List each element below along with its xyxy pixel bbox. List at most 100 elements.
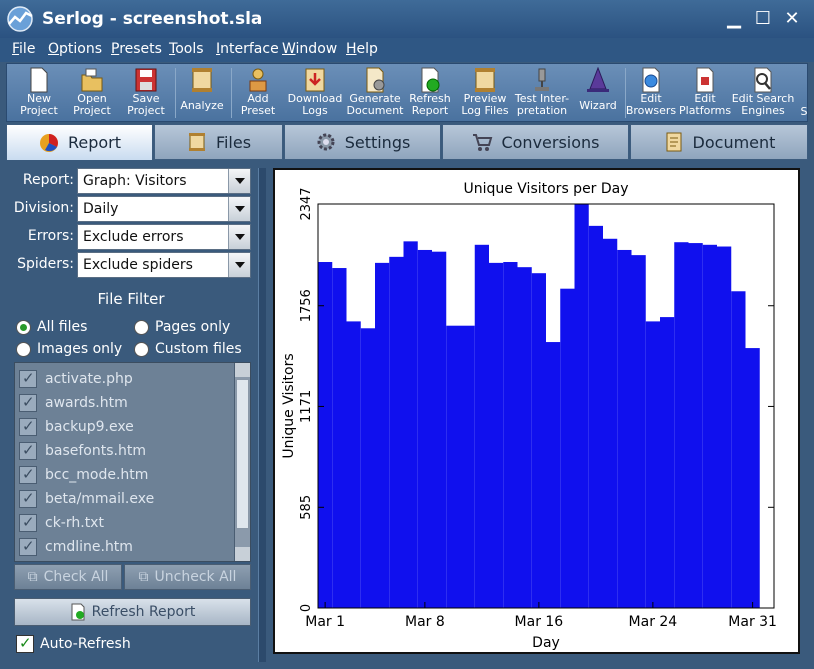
test-interpretation-icon: [535, 68, 549, 91]
chevron-down-icon[interactable]: [228, 225, 250, 249]
list-item[interactable]: activate.php: [19, 367, 133, 391]
errors-select[interactable]: Exclude errors: [77, 224, 251, 250]
visitors-chart: Unique Visitors per Day 0 585 1171 1756 2347 M…: [273, 168, 800, 654]
radio-indicator: [134, 319, 149, 335]
chart-bar: [574, 204, 589, 608]
list-item[interactable]: bcc_mode.htm: [19, 463, 148, 487]
chart-svg: Unique Visitors per Day 0 585 1171 1756 2347 M…: [281, 181, 777, 651]
chart-bar: [717, 246, 732, 608]
file-checkbox[interactable]: [19, 441, 37, 460]
wizard-button[interactable]: Wizard: [573, 64, 623, 121]
scroll-thumb[interactable]: [236, 379, 249, 529]
menu-tools[interactable]: Tools: [169, 41, 204, 57]
chart-bar: [645, 321, 660, 608]
tab-settings[interactable]: Settings: [284, 124, 441, 160]
preview-log-files-button[interactable]: Preview Log Files: [457, 64, 513, 121]
radio-pages-only[interactable]: Pages only: [134, 319, 230, 335]
edit-platforms-button[interactable]: Edit Platforms: [679, 64, 731, 121]
chevron-down-icon[interactable]: [228, 169, 250, 193]
menu-options[interactable]: Options: [48, 41, 102, 57]
chevron-down-icon[interactable]: [228, 253, 250, 277]
menu-help[interactable]: Help: [346, 41, 378, 57]
chart-title: Unique Visitors per Day: [463, 181, 628, 197]
refresh-report-button[interactable]: Refresh Report: [14, 598, 251, 626]
toolbar-overflow-button[interactable]: S: [797, 64, 808, 121]
radio-custom-files[interactable]: Custom files: [134, 341, 242, 357]
chart-bar: [417, 249, 432, 608]
maximize-button[interactable]: ☐: [752, 8, 774, 30]
chart-bar: [674, 242, 689, 608]
radio-images-only[interactable]: Images only: [16, 341, 122, 357]
open-project-button[interactable]: Open Project: [65, 64, 119, 121]
list-item[interactable]: beta/mmail.exe: [19, 487, 154, 511]
errors-label: Errors:: [27, 228, 74, 244]
report-select[interactable]: Graph: Visitors: [77, 168, 251, 194]
download-logs-button[interactable]: Download Logs: [285, 64, 345, 121]
file-checkbox[interactable]: [19, 513, 37, 532]
analyze-icon: [192, 68, 212, 92]
radio-all-files[interactable]: All files: [16, 319, 87, 335]
list-item[interactable]: awards.htm: [19, 391, 128, 415]
y-tick-label: 0: [299, 604, 314, 612]
chart-bar: [702, 244, 717, 608]
spiders-label: Spiders:: [17, 256, 74, 272]
file-checkbox[interactable]: [19, 369, 37, 388]
tab-document[interactable]: Document: [630, 124, 808, 160]
list-item[interactable]: backup9.exe: [19, 415, 134, 439]
uncheck-all-button[interactable]: ⧉ Uncheck All: [124, 564, 251, 590]
edit-platforms-icon: [696, 67, 714, 93]
errors-select-row: Errors: Exclude errors: [6, 224, 256, 250]
refresh-report-icon: [421, 67, 440, 93]
menu-window[interactable]: Window: [282, 41, 337, 57]
check-all-icon: ⧉: [27, 569, 38, 585]
analyze-button[interactable]: Analyze: [177, 64, 227, 121]
checkbox-indicator: [16, 634, 34, 653]
tab-files[interactable]: Files: [154, 124, 283, 160]
file-checkbox[interactable]: [19, 537, 37, 556]
menu-presets[interactable]: Presets: [111, 41, 162, 57]
check-all-button[interactable]: ⧉ Check All: [14, 564, 122, 590]
tab-conversions[interactable]: Conversions: [442, 124, 629, 160]
spiders-select[interactable]: Exclude spiders: [77, 252, 251, 278]
title-bar: Serlog - screenshot.sla ▁ ☐ ✕: [0, 0, 814, 38]
document-icon: [666, 132, 682, 152]
refresh-report-button[interactable]: Refresh Report: [405, 64, 455, 121]
auto-refresh-checkbox[interactable]: Auto-Refresh: [16, 634, 131, 653]
file-checkbox[interactable]: [19, 465, 37, 484]
panel-splitter[interactable]: [258, 168, 266, 662]
chart-bar: [546, 342, 561, 608]
menu-interface[interactable]: Interface: [216, 41, 279, 57]
y-tick-label: 1171: [299, 390, 314, 423]
generate-document-button[interactable]: Generate Document: [345, 64, 405, 121]
new-project-button[interactable]: New Project: [11, 64, 67, 121]
edit-browsers-button[interactable]: Edit Browsers: [625, 64, 677, 121]
chart-bar: [403, 241, 418, 608]
spiders-select-row: Spiders: Exclude spiders: [6, 252, 256, 278]
menu-file[interactable]: File: [12, 41, 35, 57]
file-checkbox[interactable]: [19, 417, 37, 436]
list-item[interactable]: ck-rh.txt: [19, 511, 104, 535]
file-checkbox[interactable]: [19, 393, 37, 412]
scroll-down-arrow[interactable]: [235, 547, 250, 561]
list-item[interactable]: basefonts.htm: [19, 439, 146, 463]
file-checkbox[interactable]: [19, 489, 37, 508]
test-interpretation-button[interactable]: Test Inter- pretation: [511, 64, 573, 121]
tab-report[interactable]: Report: [6, 124, 153, 160]
radio-indicator: [16, 319, 31, 335]
save-project-button[interactable]: Save Project: [119, 64, 173, 121]
edit-search-engines-button[interactable]: Edit Search Engines: [731, 64, 795, 121]
y-tick-label: 585: [299, 495, 314, 520]
chevron-down-icon[interactable]: [228, 197, 250, 221]
scroll-up-arrow[interactable]: [235, 363, 250, 377]
edit-search-engines-icon: [754, 67, 772, 93]
report-label: Report:: [22, 172, 74, 188]
division-select[interactable]: Daily: [77, 196, 251, 222]
x-axis-label: Day: [532, 635, 560, 651]
close-button[interactable]: ✕: [781, 8, 803, 30]
chart-bar: [360, 328, 375, 608]
file-list-scrollbar[interactable]: [234, 363, 250, 561]
minimize-button[interactable]: ▁: [723, 8, 745, 30]
report-options-panel: Report: Graph: Visitors Division: Daily …: [6, 162, 256, 662]
list-item[interactable]: cmdline.htm: [19, 535, 133, 559]
add-preset-button[interactable]: Add Preset: [233, 64, 283, 121]
